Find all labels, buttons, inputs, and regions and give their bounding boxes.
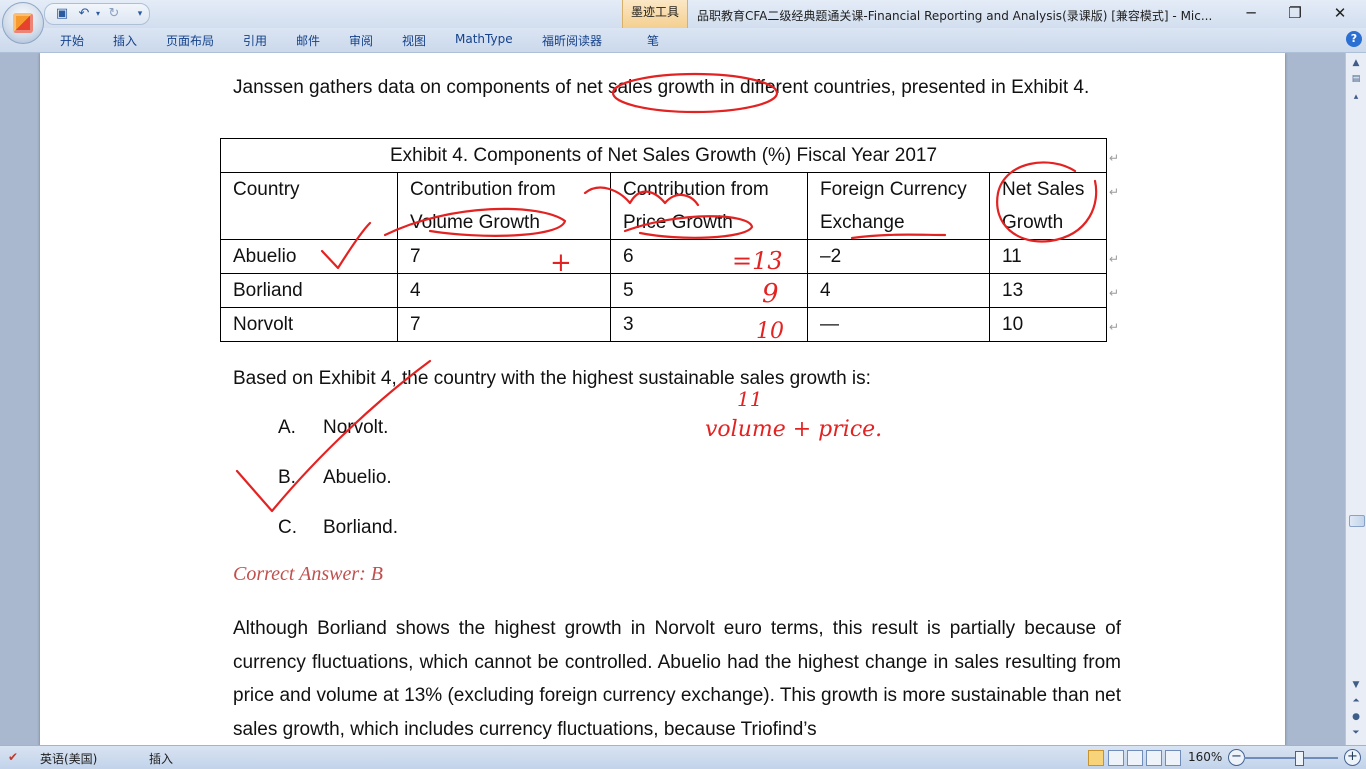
option-b-letter: B.	[278, 467, 296, 488]
tab-view[interactable]: 视图	[402, 32, 426, 49]
table-cell: 7	[397, 239, 611, 274]
table-cell: —	[807, 307, 990, 342]
table-row: Borliand 4 5 4 13	[220, 273, 1107, 308]
office-button[interactable]	[2, 2, 44, 44]
restore-button[interactable]: ❐	[1278, 3, 1312, 23]
cell-end-mark: ↵	[1109, 320, 1120, 334]
web-layout-view-button[interactable]	[1127, 750, 1143, 766]
ink-nine: 9	[762, 279, 779, 309]
tab-references[interactable]: 引用	[243, 32, 267, 49]
explanation-paragraph: Although Borliand shows the highest grow…	[233, 612, 1121, 745]
full-screen-reading-view-button[interactable]	[1108, 750, 1124, 766]
intro-text: Janssen gathers data on components of ne…	[233, 77, 1090, 98]
question-text: Based on Exhibit 4, the country with the…	[233, 368, 871, 389]
browse-object-icon[interactable]: ●	[1348, 709, 1364, 725]
table-cell: 13	[989, 273, 1107, 308]
title-bar: ▣ ↶ ▾ ↻ ▾ 墨迹工具 品职教育CFA二级经典题通关课-Financial…	[0, 0, 1366, 28]
header-fx: Foreign Currency Exchange	[807, 172, 990, 240]
zoom-level[interactable]: 160%	[1188, 750, 1222, 764]
zoom-slider[interactable]	[1244, 757, 1338, 759]
minimize-button[interactable]: ─	[1234, 3, 1268, 23]
status-bar: ✔ 英语(美国) 插入 160% − +	[0, 745, 1366, 769]
save-icon[interactable]: ▣	[53, 5, 71, 23]
header-net-sales-growth: Net Sales Growth	[989, 172, 1107, 240]
scroll-thumb[interactable]	[1349, 515, 1365, 527]
previous-page-icon[interactable]: ⏶	[1348, 693, 1364, 709]
cell-end-mark: ↵	[1109, 185, 1120, 199]
explanation-text: Although Borliand shows the highest grow…	[233, 618, 1121, 740]
zoom-out-button[interactable]: −	[1228, 749, 1245, 766]
tab-mathtype[interactable]: MathType	[455, 32, 513, 46]
next-page-icon[interactable]: ⏷	[1348, 725, 1364, 741]
customize-toolbar-icon[interactable]: ▾	[131, 5, 149, 23]
option-b-text: Abuelio.	[323, 467, 392, 488]
zoom-slider-thumb[interactable]	[1295, 751, 1304, 766]
tab-mailings[interactable]: 邮件	[296, 32, 320, 49]
zoom-in-button[interactable]: +	[1344, 749, 1361, 766]
tab-home[interactable]: 开始	[60, 32, 84, 49]
ink-tools-contextual-tab[interactable]: 墨迹工具	[622, 0, 688, 28]
ink-formula: volume + price.	[705, 417, 883, 442]
tab-page-layout[interactable]: 页面布局	[166, 32, 214, 49]
table-row: Abuelio 7 6 –2 11	[220, 239, 1107, 274]
print-layout-view-button[interactable]	[1088, 750, 1104, 766]
language-indicator[interactable]: 英语(美国)	[40, 750, 97, 767]
exhibit-caption: Exhibit 4. Components of Net Sales Growt…	[220, 138, 1107, 173]
table-cell: 7	[397, 307, 611, 342]
tab-foxit-reader[interactable]: 福昕阅读器	[542, 32, 602, 49]
correct-answer: Correct Answer: B	[233, 563, 383, 585]
ruler-toggle-icon[interactable]: ▤	[1348, 71, 1364, 87]
option-c-letter: C.	[278, 517, 297, 538]
scroll-up-arrow-icon[interactable]: ▴	[1348, 89, 1364, 105]
tab-review[interactable]: 审阅	[349, 32, 373, 49]
cell-end-mark: ↵	[1109, 151, 1120, 165]
cell-end-mark: ↵	[1109, 286, 1120, 300]
spellcheck-icon[interactable]: ✔	[8, 750, 18, 764]
table-cell: Borliand	[220, 273, 398, 308]
quick-access-toolbar: ▣ ↶ ▾ ↻ ▾	[44, 3, 150, 25]
document-page[interactable]: Janssen gathers data on components of ne…	[40, 53, 1285, 745]
office-logo-icon	[13, 13, 33, 33]
tab-insert[interactable]: 插入	[113, 32, 137, 49]
help-icon[interactable]: ?	[1346, 31, 1362, 47]
option-a-letter: A.	[278, 417, 296, 438]
table-cell: 4	[807, 273, 990, 308]
table-cell: Norvolt	[220, 307, 398, 342]
ink-eleven: 11	[737, 387, 763, 411]
tab-pen[interactable]: 笔	[647, 32, 659, 49]
close-button[interactable]: ✕	[1323, 3, 1357, 23]
option-a-text: Norvolt.	[323, 417, 389, 438]
table-cell: Abuelio	[220, 239, 398, 274]
document-area: Janssen gathers data on components of ne…	[0, 53, 1346, 745]
exhibit-table: Exhibit 4. Components of Net Sales Growt…	[220, 138, 1107, 342]
outline-view-button[interactable]	[1146, 750, 1162, 766]
header-price-growth: Contribution from Price Growth	[610, 172, 808, 240]
insert-mode-indicator[interactable]: 插入	[149, 750, 173, 767]
table-cell: 10	[989, 307, 1107, 342]
table-cell: –2	[807, 239, 990, 274]
table-row: Norvolt 7 3 — 10	[220, 307, 1107, 342]
ink-ten: 10	[756, 319, 784, 344]
intro-paragraph: Janssen gathers data on components of ne…	[233, 71, 1121, 105]
window-title: 品职教育CFA二级经典题通关课-Financial Reporting and …	[697, 9, 1213, 23]
ink-plus: +	[550, 248, 572, 278]
scroll-up-icon[interactable]: ▲	[1348, 55, 1364, 71]
vertical-scrollbar[interactable]: ▲ ▤ ▴ ▼ ⏶ ● ⏷	[1345, 53, 1366, 745]
scroll-down-icon[interactable]: ▼	[1348, 677, 1364, 693]
cell-end-mark: ↵	[1109, 252, 1120, 266]
table-cell: 4	[397, 273, 611, 308]
header-country: Country	[220, 172, 398, 240]
header-volume-growth: Contribution from Volume Growth	[397, 172, 611, 240]
table-cell: 11	[989, 239, 1107, 274]
question-paragraph: Based on Exhibit 4, the country with the…	[233, 362, 1121, 396]
ink-equals-13: =13	[732, 247, 783, 275]
draft-view-button[interactable]	[1165, 750, 1181, 766]
ribbon-tab-bar: 开始 插入 页面布局 引用 邮件 审阅 视图 MathType 福昕阅读器 笔 …	[0, 28, 1366, 53]
redo-icon[interactable]: ↻	[105, 5, 123, 23]
option-c-text: Borliand.	[323, 517, 398, 538]
